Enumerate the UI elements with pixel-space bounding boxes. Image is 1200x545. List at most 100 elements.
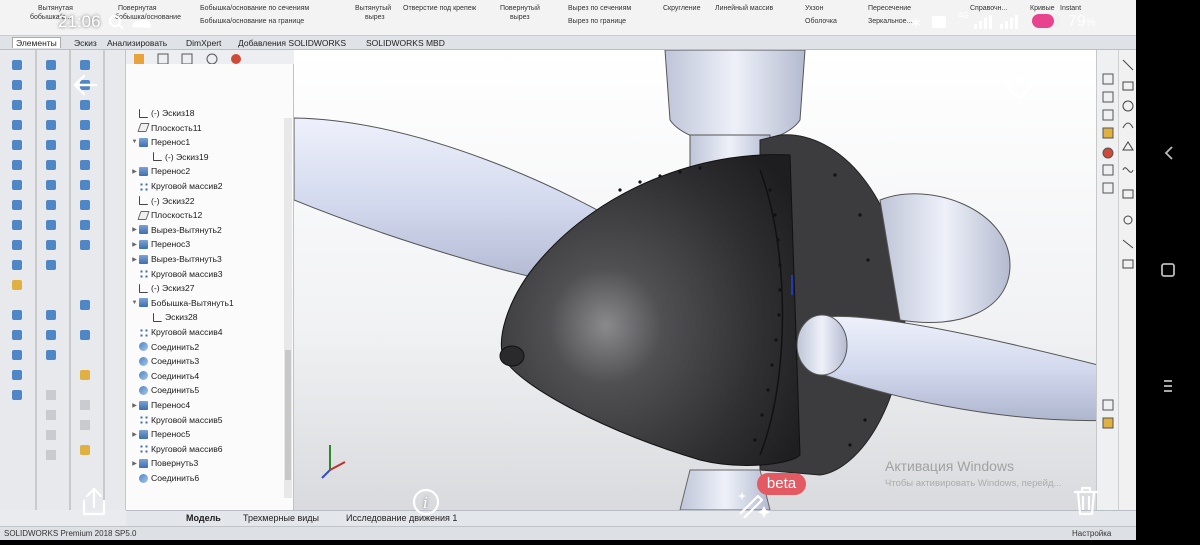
text-tool-icon[interactable] [1122,259,1134,269]
point-icon[interactable] [1123,215,1133,225]
tree-item[interactable]: ▶ Вырез-Вытянуть2 [130,223,222,237]
ribbon-shell[interactable]: Оболочка [805,17,837,26]
ribbon-curves[interactable]: Кривые [1030,4,1055,13]
tree-item[interactable]: (-) Эскиз19 [144,150,209,164]
ribbon-hole-wizard[interactable]: Отверстие под крепеж [403,4,476,13]
tree-item[interactable]: ▶ Перенос4 [130,398,190,412]
ribbon-lofted-cut[interactable]: Вырез по сечениям [568,4,631,13]
trash-icon[interactable] [1072,486,1100,516]
tab-model[interactable]: Модель [186,513,221,523]
centerline-icon[interactable] [1122,239,1134,249]
dimxpert-manager-tab[interactable] [206,53,218,65]
ribbon-rib[interactable]: Ухзон [805,4,823,13]
tree-scrollbar-thumb[interactable] [285,350,291,480]
tree-item[interactable]: (-) Эскиз27 [130,281,195,295]
ribbon-extrude-boss[interactable]: Вытянутая [38,4,73,13]
polygon-icon[interactable] [1122,141,1134,151]
tab-3d-views[interactable]: Трехмерные виды [243,513,319,523]
tools-icon[interactable] [1102,399,1114,411]
slot-icon[interactable] [1122,189,1134,199]
tree-expand-arrow[interactable]: ▶ [130,256,139,263]
tree-item[interactable]: ▼ Перенос1 [130,135,191,149]
custom-properties-icon[interactable] [1102,164,1114,176]
tab-sketch[interactable]: Эскиз [74,38,97,48]
info-icon[interactable]: i [412,488,440,516]
tree-item[interactable]: ▼ Бобышка-Вытянуть1 [130,296,234,310]
tab-evaluate[interactable]: Анализировать [107,38,167,48]
tree-item[interactable]: Круговой массив3 [130,267,223,281]
tree-item[interactable]: Соединить5 [130,383,199,397]
tree-item[interactable]: Соединить3 [130,354,199,368]
tree-item[interactable]: Соединить4 [130,369,199,383]
notes-icon[interactable] [1102,417,1114,429]
ribbon-revolve-cut-2[interactable]: вырез [510,13,530,22]
tree-expand-arrow[interactable]: ▶ [130,431,139,438]
nav-menu-icon[interactable] [1164,380,1172,392]
ribbon-instant3d[interactable]: Instant [1060,4,1081,13]
tree-item[interactable]: Круговой массив6 [130,442,223,456]
tree-item[interactable]: Плоскость11 [130,121,202,135]
status-customize[interactable]: Настройка [1072,529,1111,538]
property-manager-tab[interactable] [157,53,169,65]
ribbon-extrude-cut[interactable]: Вытянутый [355,4,391,13]
tree-item[interactable]: (-) Эскиз18 [130,106,195,120]
tree-item[interactable]: Соединить6 [130,471,199,485]
ribbon-boundary[interactable]: Бобышка/основание на границе [200,17,304,26]
tool-icons[interactable] [0,50,126,510]
ribbon-revolve-boss[interactable]: Повернутая [118,4,157,13]
tab-addins[interactable]: Добавления SOLIDWORKS [238,38,346,48]
ribbon-loft[interactable]: Бобышка/основание по сечениям [200,4,309,13]
tab-motion-study[interactable]: Исследование движения 1 [346,513,457,523]
tree-item[interactable]: (-) Эскиз22 [130,194,195,208]
nav-collapse-icon[interactable] [1164,146,1173,160]
appearances-icon[interactable] [1102,147,1114,159]
nav-home-icon[interactable] [1161,263,1175,277]
tree-expand-arrow[interactable]: ▶ [130,460,139,467]
feature-manager-tab[interactable] [134,54,144,64]
tree-item[interactable]: ▶ Перенос2 [130,164,190,178]
ribbon-reference[interactable]: Справочн... [970,4,1007,13]
tree-item[interactable]: Плоскость12 [130,208,202,222]
tree-expand-arrow[interactable]: ▼ [130,139,139,145]
file-explorer-icon[interactable] [1102,127,1114,139]
tree-expand-arrow[interactable]: ▶ [130,241,139,248]
tree-item[interactable]: Эскиз28 [144,310,198,324]
forum-icon[interactable] [1102,182,1114,194]
home-icon[interactable] [1102,73,1114,85]
tree-item[interactable]: Круговой массив2 [130,179,223,193]
tree-item[interactable]: ▶ Перенос5 [130,427,190,441]
ribbon-fillet[interactable]: Скругление [663,4,700,13]
tree-expand-arrow[interactable]: ▶ [130,226,139,233]
line-icon[interactable] [1122,59,1134,71]
tree-item[interactable]: ▶ Перенос3 [130,237,190,251]
ribbon-revolve-cut[interactable]: Повернутый [500,4,540,13]
tree-expand-arrow[interactable]: ▶ [130,402,139,409]
tree-item[interactable]: ▶ Повернуть3 [130,456,198,470]
configuration-manager-tab[interactable] [181,53,193,65]
tab-dimxpert[interactable]: DimXpert [186,38,221,48]
arc-icon[interactable] [1122,122,1134,129]
ribbon-intersect[interactable]: Пересечение [868,4,911,13]
ribbon-revolve-boss-2[interactable]: бобышка/основание [115,13,181,22]
heart-icon[interactable] [1004,74,1034,100]
ribbon-extrude-cut-2[interactable]: вырез [365,13,385,22]
back-arrow-icon[interactable] [72,72,100,98]
tab-features[interactable]: Элементы [12,37,61,48]
resources-icon[interactable] [1102,91,1114,103]
model-viewport[interactable] [294,50,1118,510]
tree-item[interactable]: Круговой массив4 [130,325,223,339]
share-icon[interactable] [80,487,108,517]
design-library-icon[interactable] [1102,109,1114,121]
rectangle-icon[interactable] [1122,81,1134,91]
ribbon-boundary-cut[interactable]: Вырез по границе [568,17,626,26]
display-manager-tab[interactable] [231,54,241,64]
tree-expand-arrow[interactable]: ▶ [130,168,139,175]
tab-mbd[interactable]: SOLIDWORKS MBD [366,38,445,48]
spline-icon[interactable] [1122,167,1134,173]
circle-icon[interactable] [1122,100,1134,112]
tree-expand-arrow[interactable]: ▼ [130,300,139,306]
tree-item[interactable]: ▶ Вырез-Вытянуть3 [130,252,222,266]
ribbon-mirror[interactable]: Зеркальное... [868,17,912,26]
tree-item[interactable]: Круговой массив5 [130,413,223,427]
propeller-model[interactable] [294,50,1118,510]
